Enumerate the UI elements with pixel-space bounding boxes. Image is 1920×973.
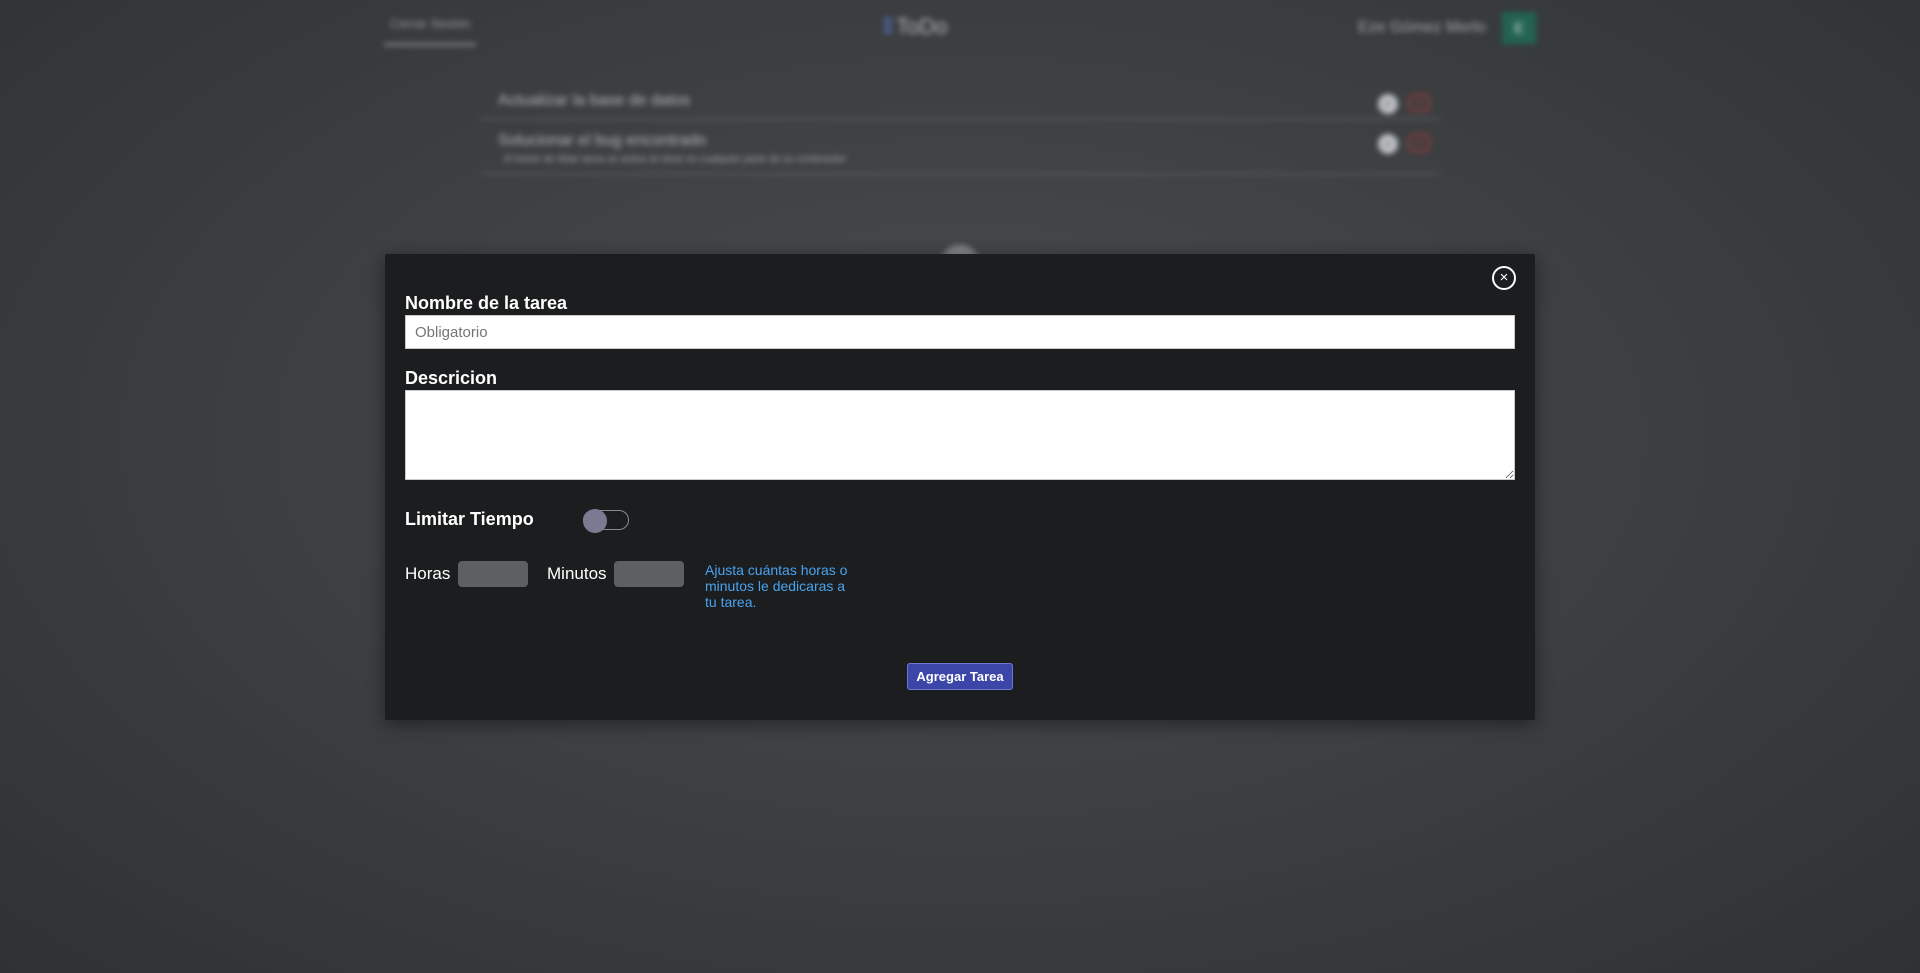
task-name-input[interactable] xyxy=(405,315,1515,349)
task-row[interactable]: Actualizar la base de datos ✓ ✕ xyxy=(480,80,1440,120)
task-title: Actualizar la base de datos xyxy=(498,92,691,109)
task-row[interactable]: Solucionar el bug encontrado El botón de… xyxy=(480,120,1440,175)
list-icon xyxy=(884,18,892,36)
limit-time-toggle[interactable] xyxy=(583,509,629,533)
logout-link[interactable]: Cerrar Sesión xyxy=(384,16,476,46)
add-task-button[interactable]: Agregar Tarea xyxy=(907,663,1013,690)
check-circle-icon[interactable]: ✓ xyxy=(1378,94,1398,114)
check-circle-icon[interactable]: ✓ xyxy=(1378,134,1398,154)
time-hint: Ajusta cuántas horas o minutos le dedica… xyxy=(705,562,848,610)
hours-input[interactable] xyxy=(458,561,528,587)
minutes-label: Minutos xyxy=(547,564,607,583)
task-description: El botón de tildar tarea se activa al cl… xyxy=(504,154,847,165)
task-title: Solucionar el bug encontrado xyxy=(498,132,707,149)
close-circle-icon[interactable]: × xyxy=(1492,266,1516,290)
new-task-modal: × Nombre de la tarea Descricion Limitar … xyxy=(385,254,1535,720)
limit-time-label: Limitar Tiempo xyxy=(405,509,534,529)
top-bar: Cerrar Sesión ToDo Eze Gómez Merlo E xyxy=(384,0,1536,58)
delete-icon[interactable]: ✕ xyxy=(1408,94,1430,112)
task-actions: ✓ ✕ xyxy=(1378,94,1430,114)
brand-name: ToDo xyxy=(896,14,948,39)
task-list: Actualizar la base de datos ✓ ✕ Solucion… xyxy=(480,80,1440,175)
task-actions: ✓ ✕ xyxy=(1378,134,1430,154)
delete-icon[interactable]: ✕ xyxy=(1408,134,1430,152)
brand-logo: ToDo xyxy=(884,14,947,40)
user-name: Eze Gómez Merlo xyxy=(1357,19,1486,36)
minutes-input[interactable] xyxy=(614,561,684,587)
description-textarea[interactable] xyxy=(405,390,1515,480)
task-name-label: Nombre de la tarea xyxy=(405,293,568,313)
description-label: Descricion xyxy=(405,368,498,388)
toggle-knob xyxy=(583,509,607,533)
avatar[interactable]: E xyxy=(1502,12,1536,44)
hours-label: Horas xyxy=(405,564,451,583)
